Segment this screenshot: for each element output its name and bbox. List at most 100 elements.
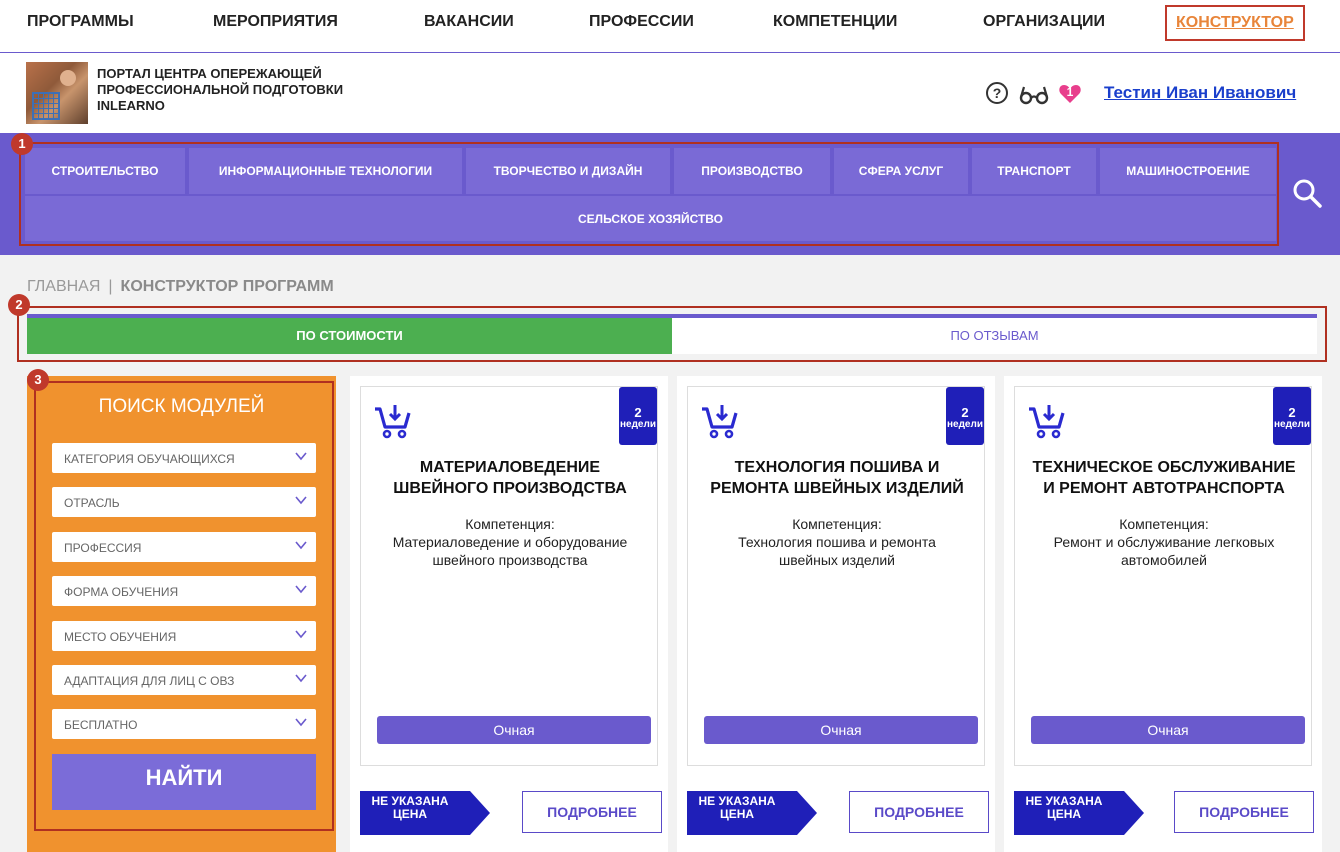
- tab-sort-cost[interactable]: ПО СТОИМОСТИ: [27, 318, 672, 354]
- help-icon[interactable]: ?: [986, 82, 1008, 104]
- competency-line: Ремонт и обслуживание легковых: [1053, 534, 1275, 550]
- duration-badge: 2 недели: [1273, 387, 1311, 445]
- program-card: 2 недели МАТЕРИАЛОВЕДЕНИЕ ШВЕЙНОГО ПРОИЗ…: [350, 376, 668, 852]
- details-button[interactable]: ПОДРОБНЕЕ: [849, 791, 989, 833]
- card-competency: Компетенция: Ремонт и обслуживание легко…: [1025, 515, 1303, 569]
- filter-free[interactable]: БЕСПЛАТНО: [52, 709, 316, 739]
- duration-unit: недели: [1273, 419, 1310, 430]
- filter-study-place[interactable]: МЕСТО ОБУЧЕНИЯ: [52, 621, 316, 651]
- category-production[interactable]: ПРОИЗВОДСТВО: [674, 148, 830, 194]
- price-tag: НЕ УКАЗАНА ЦЕНА: [1014, 791, 1144, 835]
- card-body: 2 недели ТЕХНОЛОГИЯ ПОШИВА И РЕМОНТА ШВЕ…: [687, 386, 985, 766]
- favorites-count: 1: [1066, 85, 1074, 99]
- category-construction[interactable]: СТРОИТЕЛЬСТВО: [25, 148, 185, 194]
- price-tag: НЕ УКАЗАНА ЦЕНА: [687, 791, 817, 835]
- competency-label: Компетенция:: [465, 516, 555, 532]
- logo-line: ПОРТАЛ ЦЕНТРА ОПЕРЕЖАЮЩЕЙ: [97, 66, 322, 81]
- nav-vacancies[interactable]: ВАКАНСИИ: [424, 0, 514, 52]
- duration-number: 2: [1288, 405, 1296, 420]
- chevron-down-icon: [295, 585, 307, 594]
- duration-badge: 2 недели: [946, 387, 984, 445]
- card-body: 2 недели ТЕХНИЧЕСКОЕ ОБСЛУЖИВАНИЕ И РЕМО…: [1014, 386, 1312, 766]
- user-profile-link[interactable]: Тестин Иван Иванович: [1104, 83, 1296, 103]
- card-title-line: ТЕХНИЧЕСКОЕ ОБСЛУЖИВАНИЕ: [1032, 459, 1296, 476]
- duration-badge: 2 недели: [619, 387, 657, 445]
- chevron-down-icon: [295, 452, 307, 461]
- nav-events[interactable]: МЕРОПРИЯТИЯ: [213, 0, 338, 52]
- breadcrumb-separator: |: [108, 278, 113, 295]
- card-title-line: ТЕХНОЛОГИЯ ПОШИВА И: [734, 459, 940, 476]
- filter-label: ФОРМА ОБУЧЕНИЯ: [64, 585, 179, 599]
- card-title[interactable]: ТЕХНОЛОГИЯ ПОШИВА И РЕМОНТА ШВЕЙНЫХ ИЗДЕ…: [698, 457, 976, 499]
- nav-programs[interactable]: ПРОГРАММЫ: [27, 0, 134, 52]
- program-card: 2 недели ТЕХНОЛОГИЯ ПОШИВА И РЕМОНТА ШВЕ…: [677, 376, 995, 852]
- tab-sort-reviews[interactable]: ПО ОТЗЫВАМ: [672, 318, 1317, 354]
- nav-professions[interactable]: ПРОФЕССИИ: [589, 0, 694, 52]
- price-line: ЦЕНА: [1046, 807, 1082, 821]
- study-form-pill: Очная: [1031, 716, 1305, 744]
- nav-constructor[interactable]: КОНСТРУКТОР: [1165, 5, 1305, 41]
- study-form-pill: Очная: [377, 716, 651, 744]
- price-tag: НЕ УКАЗАНА ЦЕНА: [360, 791, 490, 835]
- study-form-pill: Очная: [704, 716, 978, 744]
- program-card: 2 недели ТЕХНИЧЕСКОЕ ОБСЛУЖИВАНИЕ И РЕМО…: [1004, 376, 1322, 852]
- filter-study-form[interactable]: ФОРМА ОБУЧЕНИЯ: [52, 576, 316, 606]
- logo-image[interactable]: [26, 62, 88, 124]
- chevron-down-icon: [295, 541, 307, 550]
- category-transport[interactable]: ТРАНСПОРТ: [972, 148, 1096, 194]
- heart-icon[interactable]: 1: [1058, 82, 1082, 106]
- breadcrumb-current: КОНСТРУКТОР ПРОГРАММ: [120, 278, 334, 295]
- filter-label: БЕСПЛАТНО: [64, 718, 138, 732]
- competency-label: Компетенция:: [1119, 516, 1209, 532]
- category-art-design[interactable]: ТВОРЧЕСТВО И ДИЗАЙН: [466, 148, 670, 194]
- top-navigation: ПРОГРАММЫ МЕРОПРИЯТИЯ ВАКАНСИИ ПРОФЕССИИ…: [0, 0, 1340, 53]
- filter-profession[interactable]: ПРОФЕССИЯ: [52, 532, 316, 562]
- glasses-icon[interactable]: [1018, 82, 1050, 106]
- filter-learner-category[interactable]: КАТЕГОРИЯ ОБУЧАЮЩИХСЯ: [52, 443, 316, 473]
- category-agriculture[interactable]: СЕЛЬСКОЕ ХОЗЯЙСТВО: [25, 196, 1276, 241]
- logo-text[interactable]: ПОРТАЛ ЦЕНТРА ОПЕРЕЖАЮЩЕЙ ПРОФЕССИОНАЛЬН…: [97, 66, 343, 114]
- nav-competencies[interactable]: КОМПЕТЕНЦИИ: [773, 0, 897, 52]
- duration-number: 2: [634, 405, 642, 420]
- filter-industry[interactable]: ОТРАСЛЬ: [52, 487, 316, 517]
- filter-label: КАТЕГОРИЯ ОБУЧАЮЩИХСЯ: [64, 452, 235, 466]
- cart-icon[interactable]: [1027, 401, 1067, 441]
- filter-label: ОТРАСЛЬ: [64, 496, 120, 510]
- nav-organizations[interactable]: ОРГАНИЗАЦИИ: [983, 0, 1105, 52]
- duration-unit: недели: [946, 419, 983, 430]
- card-body: 2 недели МАТЕРИАЛОВЕДЕНИЕ ШВЕЙНОГО ПРОИЗ…: [360, 386, 658, 766]
- card-competency: Компетенция: Материаловедение и оборудов…: [371, 515, 649, 569]
- breadcrumb-home[interactable]: ГЛАВНАЯ: [27, 278, 100, 295]
- details-button[interactable]: ПОДРОБНЕЕ: [522, 791, 662, 833]
- card-title-line: И РЕМОНТ АВТОТРАНСПОРТА: [1043, 480, 1285, 497]
- category-it[interactable]: ИНФОРМАЦИОННЫЕ ТЕХНОЛОГИИ: [189, 148, 462, 194]
- filter-accessibility[interactable]: АДАПТАЦИЯ ДЛЯ ЛИЦ С ОВЗ: [52, 665, 316, 695]
- filter-label: МЕСТО ОБУЧЕНИЯ: [64, 630, 177, 644]
- competency-line: швейных изделий: [778, 552, 896, 568]
- card-title[interactable]: ТЕХНИЧЕСКОЕ ОБСЛУЖИВАНИЕ И РЕМОНТ АВТОТР…: [1025, 457, 1303, 499]
- competency-label: Компетенция:: [792, 516, 882, 532]
- chevron-down-icon: [295, 496, 307, 505]
- annotation-badge-2: 2: [8, 294, 30, 316]
- cart-icon[interactable]: [373, 401, 413, 441]
- breadcrumb: ГЛАВНАЯ | КОНСТРУКТОР ПРОГРАММ: [27, 278, 334, 296]
- competency-line: швейного производства: [432, 552, 588, 568]
- card-title-line: РЕМОНТА ШВЕЙНЫХ ИЗДЕЛИЙ: [710, 480, 964, 497]
- details-button[interactable]: ПОДРОБНЕЕ: [1174, 791, 1314, 833]
- competency-line: Материаловедение и оборудование: [392, 534, 628, 550]
- chevron-down-icon: [295, 718, 307, 727]
- category-engineering[interactable]: МАШИНОСТРОЕНИЕ: [1100, 148, 1276, 194]
- card-title[interactable]: МАТЕРИАЛОВЕДЕНИЕ ШВЕЙНОГО ПРОИЗВОДСТВА: [371, 457, 649, 499]
- card-competency: Компетенция: Технология пошива и ремонта…: [698, 515, 976, 569]
- category-services[interactable]: СФЕРА УСЛУГ: [834, 148, 968, 194]
- find-button[interactable]: НАЙТИ: [52, 754, 316, 810]
- competency-line: автомобилей: [1121, 552, 1207, 568]
- site-header: ПОРТАЛ ЦЕНТРА ОПЕРЕЖАЮЩЕЙ ПРОФЕССИОНАЛЬН…: [0, 53, 1340, 133]
- price-line: ЦЕНА: [719, 807, 755, 821]
- search-panel-title: ПОИСК МОДУЛЕЙ: [98, 396, 265, 417]
- duration-number: 2: [961, 405, 969, 420]
- search-icon[interactable]: [1287, 173, 1327, 213]
- annotation-badge-1: 1: [11, 133, 33, 155]
- cart-icon[interactable]: [700, 401, 740, 441]
- card-title-line: ШВЕЙНОГО ПРОИЗВОДСТВА: [393, 480, 627, 497]
